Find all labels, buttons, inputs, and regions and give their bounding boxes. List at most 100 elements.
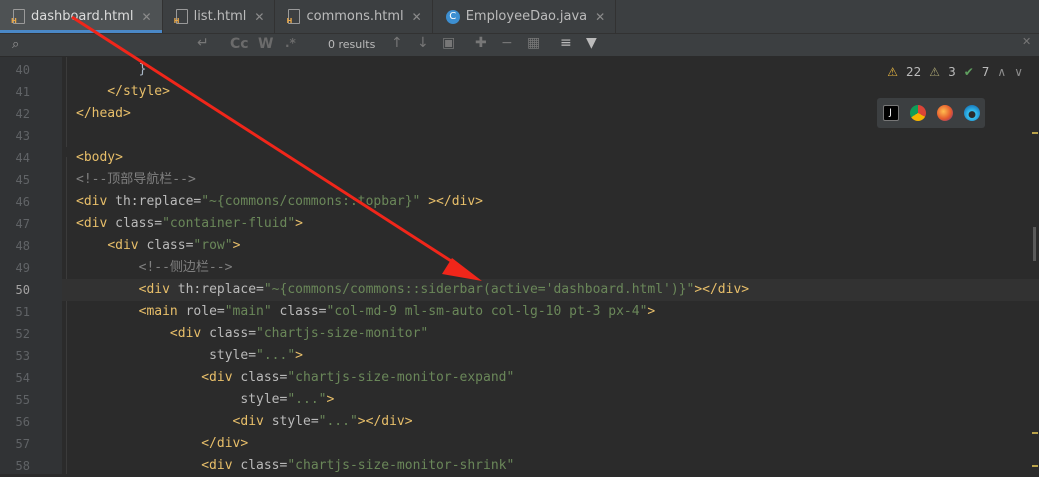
close-icon[interactable]: ✕ (412, 10, 422, 24)
tab-commons-html[interactable]: Hcommons.html ✕ (275, 0, 433, 33)
code-line[interactable]: <div class="container-fluid"> (76, 213, 303, 235)
filter-options-icon[interactable]: ≡ (560, 35, 572, 51)
close-icon[interactable]: ✕ (595, 10, 605, 24)
line-number: 42 (15, 107, 30, 121)
chevron-up-icon[interactable]: ∧ (997, 65, 1006, 79)
ok-count: 7 (981, 65, 990, 79)
match-case-toggle[interactable]: Cc (230, 36, 249, 52)
replace-arrow-icon[interactable]: ↵ (197, 35, 209, 51)
line-number-gutter: 40 41 42 43 44 45 46 47 48 49 50 51 52 53 54 55 56 57 58 (0, 57, 62, 474)
editor-scrollbar[interactable] (1031, 57, 1039, 474)
select-all-occurrences-icon[interactable]: ▣ (442, 35, 455, 51)
line-number: 53 (15, 349, 30, 363)
code-token: class= (115, 216, 163, 231)
code-line[interactable]: <div th:replace="~{commons/commons::side… (76, 279, 750, 301)
code-token: class= (240, 370, 288, 385)
code-token: <div (201, 458, 241, 473)
html-file-icon: H (11, 9, 25, 25)
chrome-icon[interactable] (909, 105, 926, 121)
check-icon: ✔ (963, 65, 974, 79)
chevron-down-icon[interactable]: ∨ (1014, 65, 1023, 79)
code-token: <!--顶部导航栏--> (76, 172, 196, 187)
regex-toggle[interactable]: .* (285, 36, 296, 50)
html-file-icon: H (174, 9, 188, 25)
tab-dashboard-html[interactable]: Hdashboard.html ✕ (0, 0, 163, 33)
code-token: } (76, 62, 147, 77)
add-occurrence-icon[interactable]: ✚ (475, 35, 487, 51)
code-line[interactable]: <div class="row"> (76, 235, 240, 257)
next-occurrence-icon[interactable]: ↓ (417, 35, 429, 51)
code-token: </style> (76, 84, 170, 99)
code-line[interactable]: style="..."> (76, 345, 303, 367)
fold-guides (66, 57, 67, 474)
code-line[interactable]: <div class="chartjs-size-monitor" (76, 323, 428, 345)
line-number: 47 (15, 217, 30, 231)
tab-employeedao-java[interactable]: C EmployeeDao.java ✕ (433, 0, 617, 33)
line-number: 58 (15, 459, 30, 473)
code-line[interactable]: } (76, 59, 147, 81)
code-line[interactable]: <div th:replace="~{commons/commons::topb… (76, 191, 483, 213)
code-token: "row" (193, 238, 233, 253)
code-token: <div (107, 238, 147, 253)
code-token: style= (209, 348, 257, 363)
code-line[interactable]: <!--顶部导航栏--> (76, 169, 196, 191)
code-line[interactable]: <body> (76, 147, 123, 169)
code-token: class= (240, 458, 288, 473)
code-line[interactable]: <div style="..."></div> (76, 411, 413, 433)
code-line[interactable]: <!--侧边栏--> (76, 257, 233, 279)
warning-icon: ⚠ (887, 65, 899, 79)
line-number: 41 (15, 85, 30, 99)
browser-popup: J (877, 98, 985, 128)
line-number: 40 (15, 63, 30, 77)
close-icon[interactable]: ✕ (254, 10, 264, 24)
html-file-icon: H (286, 9, 301, 25)
toggle-occurrence-icon[interactable]: ▦ (527, 35, 540, 51)
code-token: </div> (201, 436, 249, 451)
code-token: <div (169, 326, 210, 341)
code-token: "chartjs-size-monitor" (256, 326, 429, 341)
close-icon[interactable]: ✕ (142, 10, 152, 24)
line-number: 46 (15, 195, 30, 209)
java-class-icon: C (445, 9, 460, 24)
intellij-icon[interactable]: J (882, 105, 899, 121)
tab-list-html[interactable]: Hlist.html ✕ (163, 0, 276, 33)
code-token: <main (138, 304, 186, 319)
code-token: <div (138, 282, 178, 297)
code-token: <div (232, 414, 272, 429)
line-number: 54 (15, 371, 30, 385)
line-number: 44 (15, 151, 30, 165)
whole-word-toggle[interactable]: W (258, 36, 273, 52)
firefox-icon[interactable] (936, 105, 953, 121)
code-line[interactable]: style="..."> (76, 389, 334, 411)
edge-icon[interactable] (963, 105, 980, 121)
filter-icon[interactable]: ▼ (586, 35, 597, 51)
close-find-icon[interactable]: ✕ (1022, 35, 1031, 48)
code-line[interactable]: </head> (76, 103, 131, 125)
previous-occurrence-icon[interactable]: ↑ (391, 35, 403, 51)
code-token: role= (185, 304, 225, 319)
code-token: <!--侧边栏--> (138, 260, 233, 275)
search-results-count: 0 results (328, 38, 376, 51)
remove-occurrence-icon[interactable]: − (501, 35, 513, 51)
code-line[interactable]: </style> (76, 81, 170, 103)
line-number: 51 (15, 305, 30, 319)
code-line[interactable]: <div class="chartjs-size-monitor-expand" (76, 367, 514, 389)
search-icon[interactable]: ⌕ (12, 37, 19, 52)
code-token: "~{commons/commons::topbar}" (201, 194, 421, 209)
code-line[interactable]: <main role="main" class="col-md-9 ml-sm-… (76, 301, 656, 323)
code-token: th:replace= (115, 194, 202, 209)
line-number: 45 (15, 173, 30, 187)
code-line[interactable]: </div> (76, 433, 248, 455)
inspection-widget[interactable]: ⚠ 22 ⚠ 3 ✔ 7 ∧ ∨ (887, 65, 1023, 79)
search-input[interactable] (30, 35, 210, 54)
code-token: ></div> (357, 414, 413, 429)
